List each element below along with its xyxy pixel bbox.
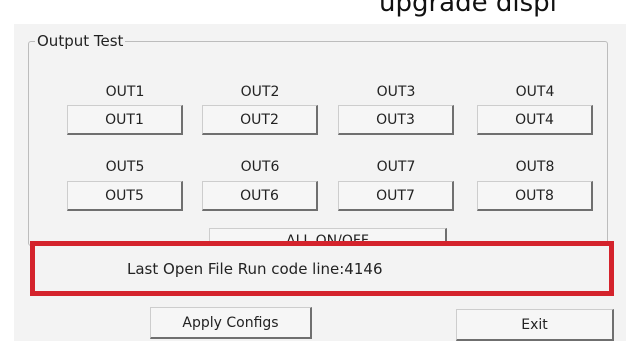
status-highlight-box: Last Open File Run code line:4146	[30, 241, 614, 296]
apply-configs-button[interactable]: Apply Configs	[150, 307, 312, 339]
out8-label: OUT8	[515, 159, 555, 175]
output-test-group: Output Test OUT1 OUT2 OUT3 OUT4 OUT1 OUT…	[28, 32, 608, 254]
out1-label: OUT1	[105, 84, 145, 100]
exit-button[interactable]: Exit	[456, 309, 614, 341]
out2-button[interactable]: OUT2	[202, 105, 318, 135]
out6-button[interactable]: OUT6	[202, 181, 318, 211]
out4-button[interactable]: OUT4	[477, 105, 593, 135]
background-text: upgrade displ	[379, 0, 557, 18]
out1-button[interactable]: OUT1	[67, 105, 183, 135]
out5-button[interactable]: OUT5	[67, 181, 183, 211]
out7-button[interactable]: OUT7	[338, 181, 454, 211]
status-text: Last Open File Run code line:4146	[127, 260, 383, 278]
out3-button[interactable]: OUT3	[338, 105, 454, 135]
out8-button[interactable]: OUT8	[477, 181, 593, 211]
background-text-fragment: upgrade displ	[0, 0, 627, 24]
out7-label: OUT7	[376, 159, 416, 175]
output-test-legend: Output Test	[37, 32, 124, 50]
out3-label: OUT3	[376, 84, 416, 100]
out2-label: OUT2	[240, 84, 280, 100]
out4-label: OUT4	[515, 84, 555, 100]
out6-label: OUT6	[240, 159, 280, 175]
out5-label: OUT5	[105, 159, 145, 175]
output-test-dialog: Output Test OUT1 OUT2 OUT3 OUT4 OUT1 OUT…	[14, 24, 626, 341]
